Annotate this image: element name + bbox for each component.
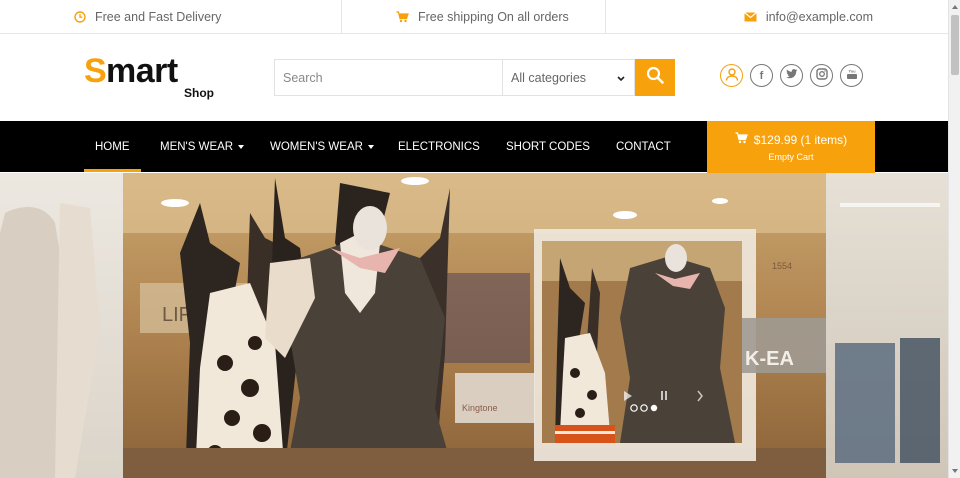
chevron-down-icon <box>617 71 625 85</box>
facebook-icon: f <box>759 69 764 82</box>
nav-item-label: CONTACT <box>616 140 671 153</box>
caret-down-icon <box>238 144 245 149</box>
category-select[interactable]: All categories <box>502 59 635 96</box>
facebook-button[interactable]: f <box>750 64 773 87</box>
scrollbar-thumb[interactable] <box>951 15 959 75</box>
main-nav: HOME MEN'S WEAR WOMEN'S WEAR ELECTRONICS… <box>0 121 948 173</box>
category-select-value: All categories <box>511 70 587 85</box>
store-sign: K-EA <box>745 348 794 370</box>
envelope-icon <box>743 12 757 22</box>
nav-item-label: ELECTRONICS <box>398 140 480 153</box>
nav-item-home[interactable]: HOME <box>84 121 141 172</box>
nav-item-label: SHORT CODES <box>506 140 590 153</box>
shipping-info: Free shipping On all orders <box>342 0 606 34</box>
search-input[interactable] <box>274 59 502 96</box>
twitter-button[interactable] <box>780 64 803 87</box>
page-scrollbar[interactable] <box>948 0 960 478</box>
scroll-up-icon[interactable] <box>952 5 958 9</box>
instagram-icon <box>815 68 828 83</box>
user-account-button[interactable] <box>720 64 743 87</box>
play-icon <box>624 391 632 401</box>
slider-dot-2 <box>640 404 648 412</box>
cart-icon <box>396 11 409 23</box>
logo-mart: mart <box>106 52 178 90</box>
search-bar: All categories <box>274 59 675 96</box>
top-bar: Free and Fast Delivery Free shipping On … <box>0 0 948 34</box>
nav-item-label: WOMEN'S WEAR <box>270 140 363 153</box>
brand-sign: Kingtone <box>462 403 498 413</box>
nav-item-short-codes[interactable]: SHORT CODES <box>506 121 590 172</box>
search-icon <box>646 66 664 89</box>
empty-cart-link[interactable]: Empty Cart <box>707 152 875 162</box>
nav-item-contact[interactable]: CONTACT <box>616 121 671 172</box>
store-number-sign: 1554 <box>772 261 792 271</box>
hero-image: LIFT Kingtone K-EA 1554 <box>0 173 948 478</box>
logo-s: S <box>84 52 107 90</box>
nav-item-womens-wear[interactable]: WOMEN'S WEAR <box>270 121 374 172</box>
social-links: f You <box>720 64 863 87</box>
slider-dot-1 <box>630 404 638 412</box>
nav-item-mens-wear[interactable]: MEN'S WEAR <box>160 121 245 172</box>
user-icon <box>725 67 739 84</box>
svg-text:You: You <box>848 69 856 74</box>
pause-icon <box>661 391 663 400</box>
page: Free and Fast Delivery Free shipping On … <box>0 0 960 478</box>
email-info[interactable]: info@example.com <box>606 0 948 34</box>
cart-button[interactable]: $129.99 (1 items) Empty Cart <box>707 121 875 173</box>
chevron-right-icon <box>697 390 703 402</box>
search-button[interactable] <box>635 59 675 96</box>
slider-dot-3 <box>650 404 658 412</box>
caret-down-icon <box>367 144 374 149</box>
instagram-button[interactable] <box>810 64 833 87</box>
cart-summary: $129.99 (1 items) <box>753 132 848 147</box>
site-logo[interactable]: S mart Shop <box>84 52 219 102</box>
email-link[interactable]: info@example.com <box>766 10 873 24</box>
twitter-icon <box>785 69 798 82</box>
youtube-icon: You <box>846 68 858 83</box>
nav-item-electronics[interactable]: ELECTRONICS <box>398 121 480 172</box>
clock-icon <box>74 11 86 23</box>
youtube-button[interactable]: You <box>840 64 863 87</box>
hero-banner: LIFT Kingtone K-EA 1554 <box>0 173 948 478</box>
nav-item-label: HOME <box>95 140 130 153</box>
logo-shop: Shop <box>184 86 214 100</box>
scroll-down-icon[interactable] <box>952 469 958 473</box>
shipping-text: Free shipping On all orders <box>418 10 569 24</box>
cart-icon <box>735 132 748 147</box>
header: S mart Shop All categories <box>0 34 948 121</box>
nav-item-label: MEN'S WEAR <box>160 140 234 153</box>
slider-controls <box>624 390 703 412</box>
delivery-text: Free and Fast Delivery <box>95 10 222 24</box>
delivery-info: Free and Fast Delivery <box>0 0 342 34</box>
